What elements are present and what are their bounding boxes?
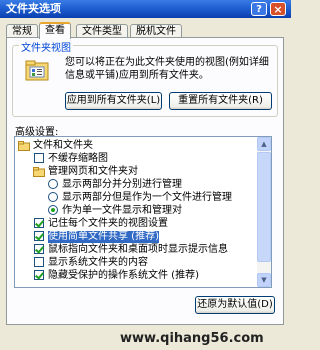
- vertical-scrollbar[interactable]: ▲ ▼: [257, 137, 271, 287]
- scrollbar-thumb[interactable]: [257, 152, 271, 262]
- title-bar: 文件夹选项 ? ×: [0, 0, 291, 18]
- checkbox[interactable]: [34, 153, 44, 163]
- scroll-down-arrow-icon[interactable]: ▼: [257, 273, 271, 287]
- folder-views-legend: 文件夹视图: [19, 39, 73, 54]
- tree-item-label: 鼠标指向文件夹和桌面项时显示提示信息: [48, 244, 228, 255]
- tree-item-label: 记住每个文件夹的视图设置: [48, 218, 168, 229]
- tree-item-label: 隐藏受保护的操作系统文件 (推荐): [48, 270, 199, 281]
- watermark: www.qihang56.com: [120, 331, 264, 346]
- apply-to-all-folders-button[interactable]: 应用到所有文件夹(L): [65, 92, 162, 110]
- radio-button[interactable]: [48, 192, 58, 202]
- checkbox[interactable]: [34, 270, 44, 280]
- radio-button[interactable]: [48, 179, 58, 189]
- folder-icon: [33, 167, 45, 177]
- folder-views-group: 文件夹视图 您可以将正在为此文件夹使用的视图(例如详细信息或平铺)应用到所有文件…: [12, 39, 278, 117]
- tab-general[interactable]: 常规: [6, 24, 38, 38]
- tree-item-label: 显示两部分并分别进行管理: [62, 179, 182, 190]
- tree-item-label: 文件和文件夹: [33, 140, 93, 151]
- radio-button[interactable]: [48, 205, 58, 215]
- view-tab-panel: 文件夹视图 您可以将正在为此文件夹使用的视图(例如详细信息或平铺)应用到所有文件…: [6, 37, 284, 325]
- advanced-settings-list[interactable]: 文件和文件夹 不缓存缩略图 管理网页和文件夹对 显示两部分并分别进行管理 显示两…: [14, 136, 272, 288]
- tab-view[interactable]: 查看: [39, 22, 71, 39]
- checkbox[interactable]: [34, 218, 44, 228]
- tree-item-label: 显示两部分但是作为一个文件进行管理: [62, 192, 232, 203]
- tree-item-label: 作为单一文件显示和管理对: [62, 205, 182, 216]
- checkbox[interactable]: [34, 257, 44, 267]
- tree-item-label: 显示系统文件夹的内容: [48, 257, 148, 268]
- folder-views-icon: [25, 60, 49, 81]
- close-button[interactable]: ×: [270, 2, 286, 16]
- restore-defaults-button[interactable]: 还原为默认值(D): [195, 296, 275, 314]
- tree-item-label: 使用简单文件共享 (推荐): [48, 231, 159, 243]
- tab-file-types[interactable]: 文件类型: [76, 24, 128, 38]
- tree-item-label: 不缓存缩略图: [48, 153, 108, 164]
- folder-icon: [18, 141, 30, 151]
- folder-views-description: 您可以将正在为此文件夹使用的视图(例如详细信息或平铺)应用到所有文件夹。: [65, 57, 269, 81]
- window-title: 文件夹选项: [6, 2, 61, 15]
- help-button[interactable]: ?: [251, 2, 267, 16]
- scroll-up-arrow-icon[interactable]: ▲: [257, 137, 271, 151]
- checkbox[interactable]: [34, 244, 44, 254]
- tab-offline-files[interactable]: 脱机文件: [130, 24, 182, 38]
- tree-item-label: 管理网页和文件夹对: [48, 166, 138, 177]
- checkbox[interactable]: [34, 231, 44, 241]
- reset-all-folders-button[interactable]: 重置所有文件夹(R): [169, 92, 272, 110]
